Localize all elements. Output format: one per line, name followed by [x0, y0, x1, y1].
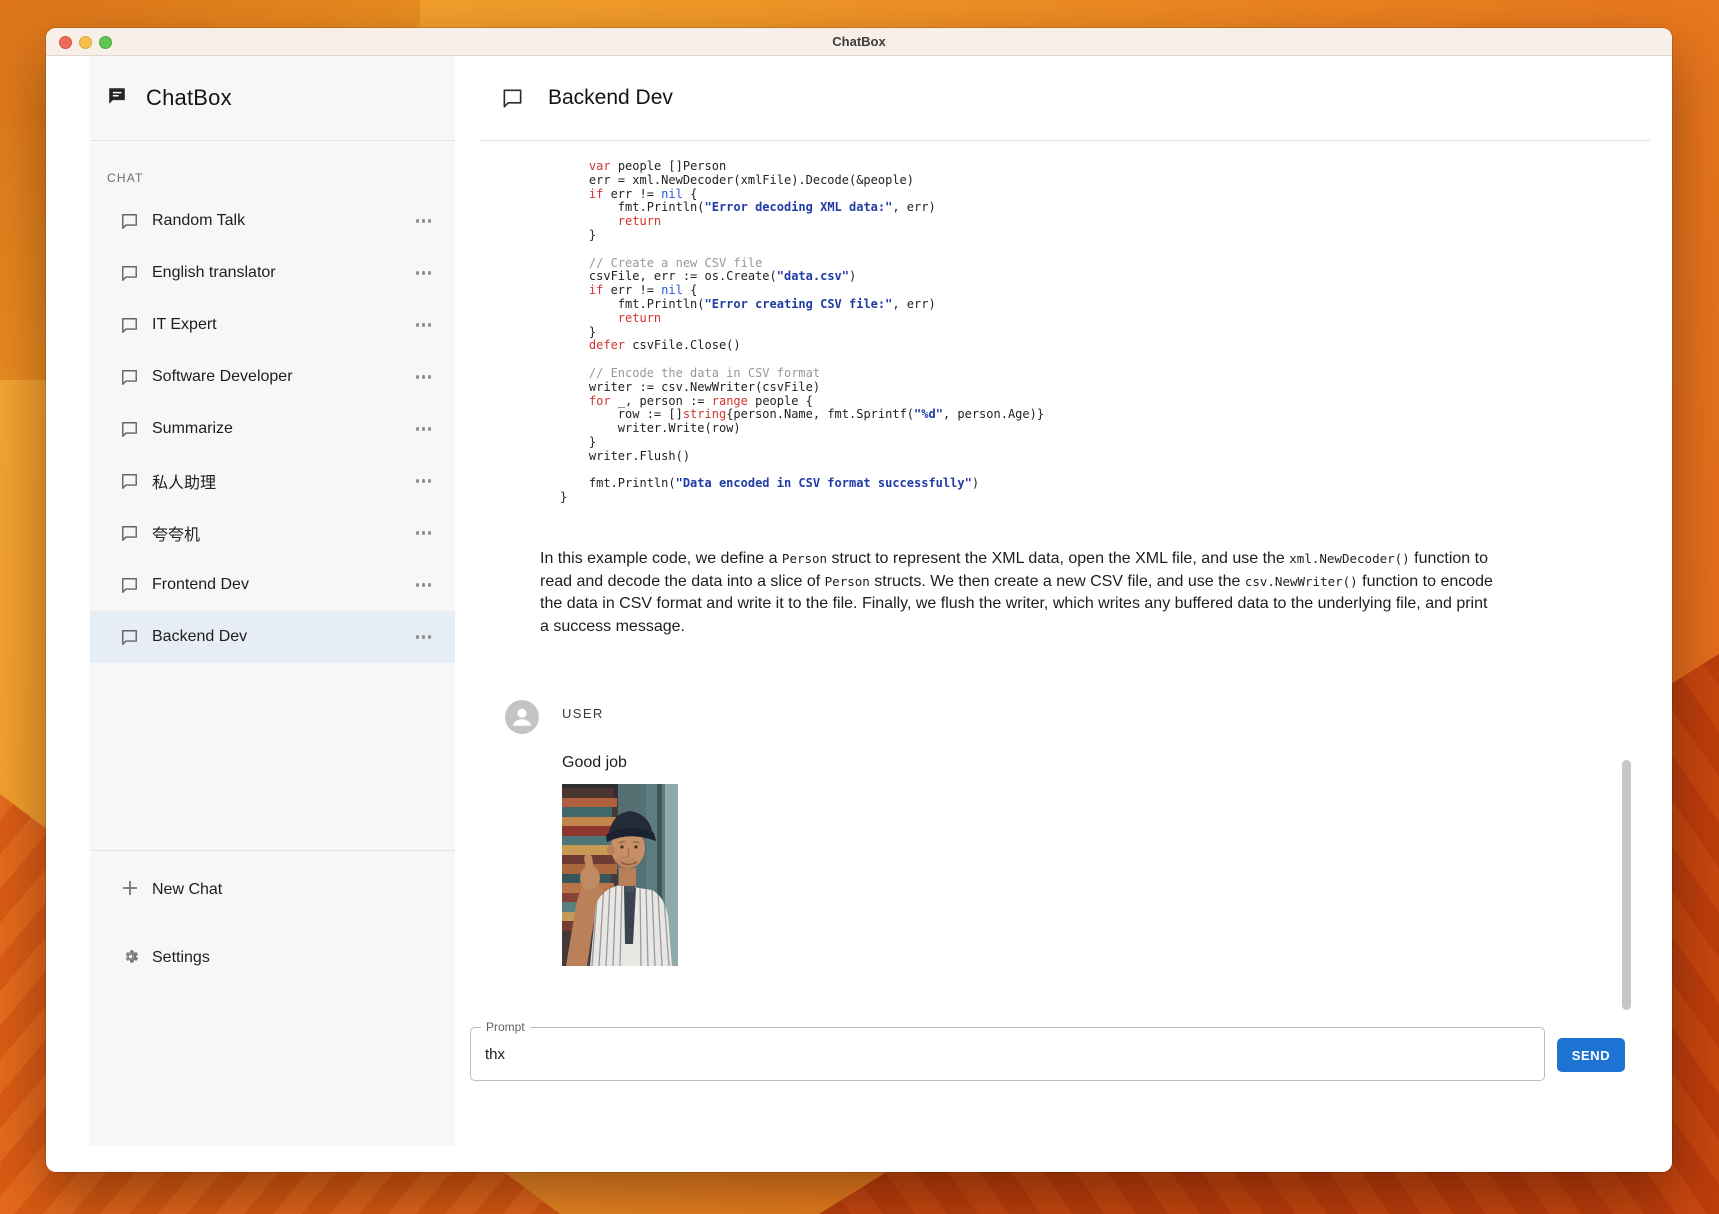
chat-bubble-icon: [120, 212, 139, 231]
chat-bubble-icon: [120, 472, 139, 491]
main-panel: Backend Dev var people []Person err = xm…: [455, 56, 1672, 1172]
sidebar-item-label: Backend Dev: [152, 628, 247, 646]
window-title: ChatBox: [832, 34, 885, 49]
prompt-field: Prompt: [470, 1027, 1545, 1081]
item-menu-button[interactable]: [416, 271, 432, 275]
item-menu-button[interactable]: [416, 531, 432, 535]
sidebar-item-label: Summarize: [152, 420, 233, 438]
chat-bubble-icon: [120, 420, 139, 439]
sidebar-header: ChatBox: [90, 56, 455, 141]
user-name-label: USER: [562, 706, 604, 721]
sidebar-item-random-talk[interactable]: Random Talk: [90, 195, 455, 247]
user-avatar: [505, 700, 539, 734]
chat-section-label: CHAT: [107, 171, 455, 185]
sidebar-item-frontend-dev[interactable]: Frontend Dev: [90, 559, 455, 611]
scrollbar-thumb[interactable]: [1622, 760, 1631, 1010]
zoom-window-button[interactable]: [99, 36, 112, 49]
chat-bubble-icon: [501, 87, 524, 110]
sidebar-item-summarize[interactable]: Summarize: [90, 403, 455, 455]
main-header: Backend Dev: [455, 56, 1672, 140]
sidebar-item-software-developer[interactable]: Software Developer: [90, 351, 455, 403]
chat-bubble-icon: [120, 576, 139, 595]
minimize-window-button[interactable]: [79, 36, 92, 49]
sidebar-item-label: 夸夸机: [152, 521, 200, 545]
item-menu-button[interactable]: [416, 583, 432, 587]
send-button[interactable]: SEND: [1557, 1038, 1625, 1072]
sidebar-divider: [90, 850, 455, 851]
sidebar-item-label: IT Expert: [152, 316, 217, 334]
sidebar-item-label: English translator: [152, 264, 276, 282]
settings-label: Settings: [152, 949, 210, 967]
user-message-text: Good job: [562, 754, 627, 772]
sidebar-item-english-translator[interactable]: English translator: [90, 247, 455, 299]
app-window: ChatBox ChatBox CHAT Random Tal: [46, 28, 1672, 1172]
item-menu-button[interactable]: [416, 427, 432, 431]
settings-button[interactable]: Settings: [90, 932, 455, 984]
chat-bubble-icon: [120, 524, 139, 543]
close-window-button[interactable]: [59, 36, 72, 49]
item-menu-button[interactable]: [416, 479, 432, 483]
page-title: Backend Dev: [548, 86, 673, 110]
chat-list: Random Talk English translator IT Expert…: [90, 195, 455, 663]
gear-icon: [120, 947, 140, 970]
desktop: ChatBox ChatBox CHAT Random Tal: [0, 0, 1719, 1214]
new-chat-label: New Chat: [152, 881, 222, 899]
sidebar-item-label: Frontend Dev: [152, 576, 249, 594]
sidebar-item-label: Random Talk: [152, 212, 245, 230]
header-divider: [480, 140, 1650, 141]
new-chat-button[interactable]: New Chat: [90, 864, 455, 916]
item-menu-button[interactable]: [416, 635, 432, 639]
plus-icon: [120, 879, 140, 901]
item-menu-button[interactable]: [416, 323, 432, 327]
chat-bubble-icon: [120, 264, 139, 283]
assistant-paragraph: In this example code, we define a Person…: [540, 548, 1498, 638]
chat-bubble-icon: [120, 316, 139, 335]
sidebar-item-label: 私人助理: [152, 469, 216, 493]
code-block: var people []Person err = xml.NewDecoder…: [560, 160, 1044, 505]
sidebar: ChatBox CHAT Random Talk English transla…: [90, 56, 455, 1146]
sidebar-item-it-expert[interactable]: IT Expert: [90, 299, 455, 351]
user-photo-thumbs-up: [562, 784, 678, 966]
chat-bubble-icon: [120, 368, 139, 387]
sidebar-item-chat-5[interactable]: 私人助理: [90, 455, 455, 507]
chat-bubble-icon: [120, 628, 139, 647]
item-menu-button[interactable]: [416, 219, 432, 223]
sidebar-item-chat-6[interactable]: 夸夸机: [90, 507, 455, 559]
item-menu-button[interactable]: [416, 375, 432, 379]
app-title: ChatBox: [146, 85, 232, 111]
app-logo-chat-icon: [106, 85, 128, 112]
sidebar-item-backend-dev[interactable]: Backend Dev: [90, 611, 455, 663]
titlebar: ChatBox: [46, 28, 1672, 56]
sidebar-item-label: Software Developer: [152, 368, 293, 386]
prompt-input[interactable]: [485, 1029, 1530, 1079]
